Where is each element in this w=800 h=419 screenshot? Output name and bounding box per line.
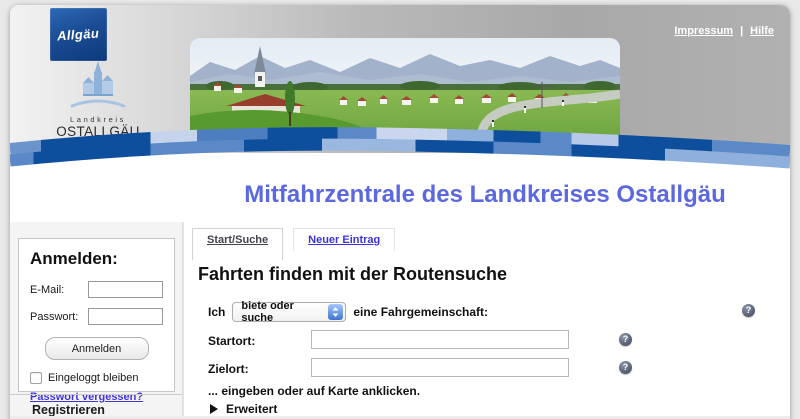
ich-label: Ich <box>208 305 225 319</box>
section-heading: Fahrten finden mit der Routensuche <box>198 264 507 285</box>
header-band: Allgäu Landkreis OSTALLGÄU Impressum | Hil… <box>10 5 790 153</box>
password-field[interactable] <box>88 308 163 325</box>
zielort-label: Zielort: <box>208 362 249 376</box>
tab-bar: Start/Suche Neuer Eintrag <box>192 228 395 260</box>
allgaeu-logo[interactable]: Allgäu <box>50 8 107 61</box>
landkreis-ostallgaeu-logo[interactable]: Landkreis OSTALLGÄU <box>48 61 148 139</box>
main-content: Start/Suche Neuer Eintrag Fahrten finden… <box>183 222 790 419</box>
landscape-illustration <box>190 38 620 148</box>
startort-label: Startort: <box>208 334 255 348</box>
sidebar: Anmelden: E-Mail: Passwort: Anmelden Ein… <box>10 222 183 419</box>
page-title: Mitfahrzentrale des Landkreises Ostallgä… <box>190 181 780 209</box>
mode-select-value: biete oder suche <box>241 300 328 324</box>
map-hint-text: ... eingeben oder auf Karte anklicken. <box>208 384 420 398</box>
register-section-heading: Registrieren <box>10 394 182 417</box>
help-icon-mode[interactable]: ? <box>742 304 755 317</box>
stay-logged-in-checkbox[interactable] <box>30 372 42 384</box>
tab-neuer-eintrag[interactable]: Neuer Eintrag <box>293 228 395 251</box>
zielort-input[interactable] <box>311 358 569 377</box>
expander-arrow-icon <box>210 404 218 414</box>
stay-logged-in-label: Eingeloggt bleiben <box>48 372 139 384</box>
mode-select[interactable]: biete oder suche <box>232 302 346 322</box>
tab-start-suche[interactable]: Start/Suche <box>192 228 283 260</box>
help-icon-zielort[interactable]: ? <box>619 361 632 374</box>
startort-input[interactable] <box>311 330 569 349</box>
expander-label: Erweitert <box>226 402 277 416</box>
password-label: Passwort: <box>30 311 88 323</box>
login-box: Anmelden: E-Mail: Passwort: Anmelden Ein… <box>18 238 175 392</box>
nav-separator: | <box>740 25 743 37</box>
email-field[interactable] <box>88 281 163 298</box>
page-card: Allgäu Landkreis OSTALLGÄU Impressum | Hil… <box>10 5 790 419</box>
impressum-link[interactable]: Impressum <box>674 25 733 37</box>
erweitert-expander[interactable]: Erweitert <box>210 402 277 416</box>
castle-icon <box>68 61 128 109</box>
help-icon-startort[interactable]: ? <box>619 333 632 346</box>
landkreis-logo-line1: Landkreis <box>48 115 148 124</box>
allgaeu-logo-text: Allgäu <box>57 26 100 44</box>
mode-row: Ich biete oder suche eine Fahrgemeinscha… <box>208 302 488 322</box>
select-stepper-icon <box>328 304 343 320</box>
login-button[interactable]: Anmelden <box>45 337 149 360</box>
header-landscape-photo <box>190 38 620 148</box>
hilfe-link[interactable]: Hilfe <box>750 25 774 37</box>
email-label: E-Mail: <box>30 284 88 296</box>
landkreis-logo-line2: OSTALLGÄU <box>48 124 148 139</box>
fahrgemeinschaft-label: eine Fahrgemeinschaft: <box>353 305 488 319</box>
login-heading: Anmelden: <box>30 249 163 269</box>
header-nav: Impressum | Hilfe <box>674 25 774 37</box>
